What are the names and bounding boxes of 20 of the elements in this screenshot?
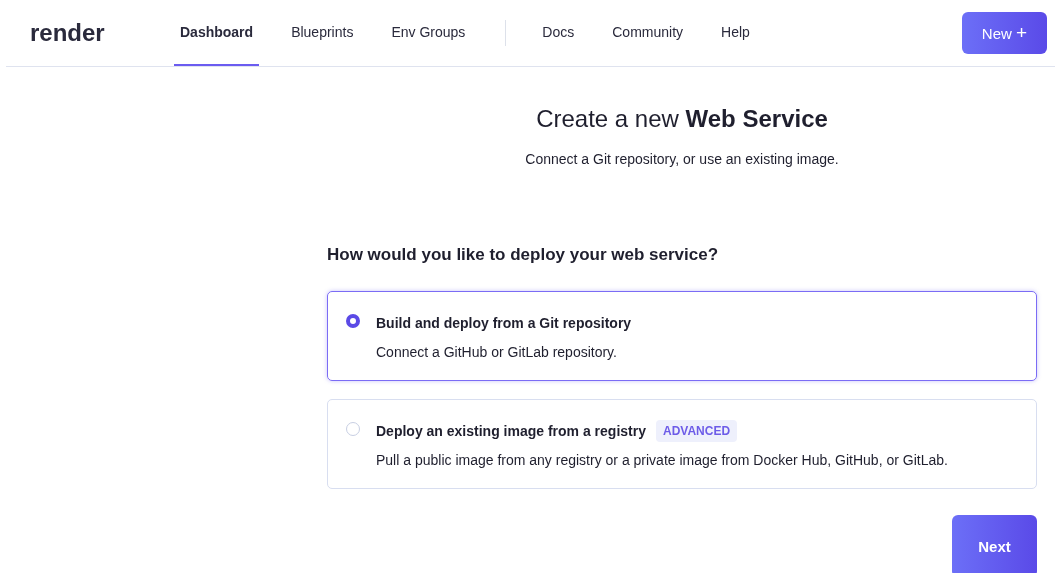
option-title: Build and deploy from a Git repository — [376, 315, 632, 331]
option-description: Pull a public image from any registry or a private image from Docker Hub, GitHub, or GitLab. — [376, 452, 948, 468]
page-title: Create a new Web Service — [535, 105, 829, 133]
option-description: Connect a GitHub or GitLab repository. — [376, 344, 618, 360]
advanced-badge: ADVANCED — [656, 420, 738, 442]
nav-tab[interactable]: Blueprints — [285, 0, 360, 66]
nav-link[interactable]: Help — [715, 0, 756, 66]
question-heading: How would you like to deploy your web service? — [327, 245, 720, 265]
new-button[interactable]: New + — [962, 12, 1047, 54]
logo[interactable]: render — [30, 19, 174, 47]
nav-link[interactable]: Docs — [536, 0, 581, 66]
nav-link[interactable]: Community — [606, 0, 690, 66]
nav-tab[interactable]: Dashboard — [174, 0, 260, 66]
deploy-option-card[interactable]: Build and deploy from a Git repository Connect a GitHub or GitLab repository. — [327, 291, 1037, 381]
next-button[interactable]: Next — [952, 515, 1037, 573]
page-subtitle: Connect a Git repository, or use an existing image. — [524, 151, 840, 167]
radio-button[interactable] — [346, 314, 360, 328]
nav-tab[interactable]: Env Groups — [385, 0, 472, 66]
deploy-option-card[interactable]: Deploy an existing image from a registry ADVANCED Pull a public image from any registry or a private image from Docker Hub, GitHub, or GitLab. — [327, 399, 1037, 489]
option-title: Deploy an existing image from a registry — [376, 423, 646, 439]
